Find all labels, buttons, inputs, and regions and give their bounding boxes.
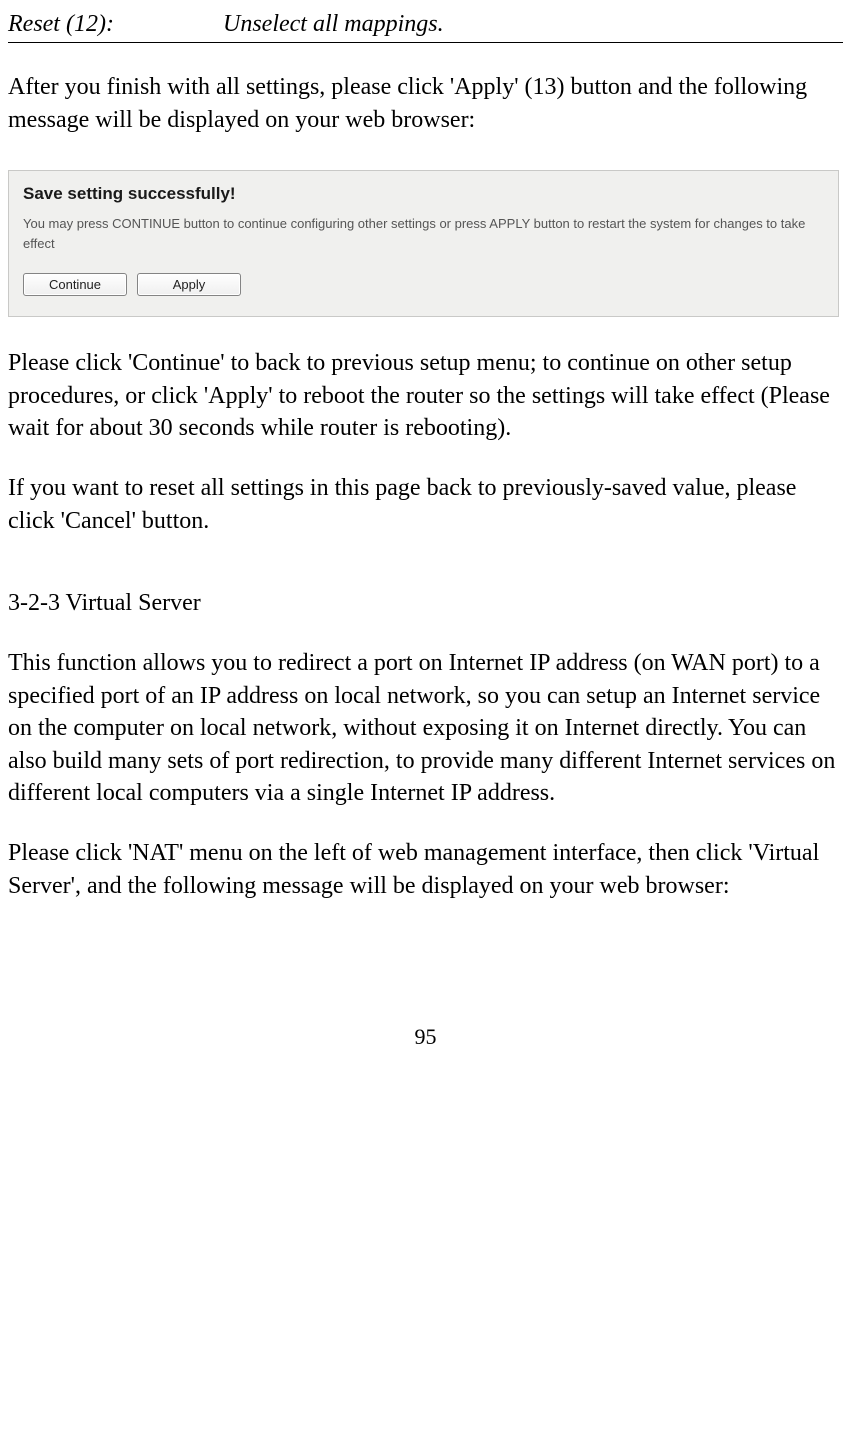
continue-button[interactable]: Continue [23, 273, 127, 296]
save-success-dialog: Save setting successfully! You may press… [8, 170, 839, 317]
paragraph-continue-apply: Please click 'Continue' to back to previ… [8, 347, 843, 444]
page-number: 95 [8, 1022, 843, 1052]
dialog-description: You may press CONTINUE button to continu… [9, 214, 838, 273]
dialog-button-row: Continue Apply [9, 273, 838, 316]
section-heading-virtual-server: 3-2-3 Virtual Server [8, 587, 843, 619]
definition-term: Reset (12): [8, 8, 223, 40]
paragraph-cancel: If you want to reset all settings in thi… [8, 472, 843, 537]
definition-desc: Unselect all mappings. [223, 8, 843, 40]
apply-button[interactable]: Apply [137, 273, 241, 296]
definition-row: Reset (12): Unselect all mappings. [8, 8, 843, 43]
paragraph-nat-instructions: Please click 'NAT' menu on the left of w… [8, 837, 843, 902]
paragraph-intro: After you finish with all settings, plea… [8, 71, 843, 136]
paragraph-virtual-server-desc: This function allows you to redirect a p… [8, 647, 843, 809]
dialog-title: Save setting successfully! [9, 171, 838, 214]
